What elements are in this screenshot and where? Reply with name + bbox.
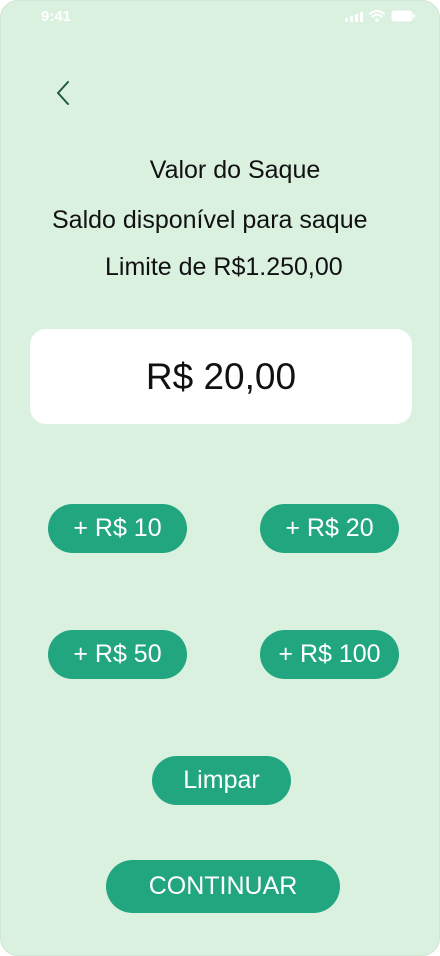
add-10-button[interactable]: + R$ 10 bbox=[48, 504, 187, 553]
status-bar: 9:41 bbox=[1, 1, 439, 33]
add-100-button[interactable]: + R$ 100 bbox=[260, 630, 399, 679]
amount-display[interactable]: R$ 20,00 bbox=[30, 329, 412, 424]
available-balance-label: Saldo disponível para saque bbox=[52, 206, 368, 234]
amount-value: R$ 20,00 bbox=[145, 355, 297, 397]
battery-icon bbox=[391, 10, 415, 22]
add-50-button[interactable]: + R$ 50 bbox=[48, 630, 187, 679]
app-screen: 9:41 Valor do Saque Saldo disponível par… bbox=[0, 0, 440, 956]
status-time: 9:41 bbox=[41, 8, 72, 25]
chevron-left-icon bbox=[57, 81, 69, 105]
page-title: Valor do Saque bbox=[149, 156, 321, 184]
wifi-icon bbox=[369, 10, 385, 22]
status-icons bbox=[345, 10, 415, 22]
clear-button[interactable]: Limpar bbox=[152, 756, 291, 805]
continue-button[interactable]: CONTINUAR bbox=[106, 860, 340, 913]
withdraw-limit-text: Limite de R$1.250,00 bbox=[105, 253, 343, 281]
cellular-signal-icon bbox=[345, 11, 363, 22]
back-button[interactable] bbox=[45, 75, 81, 111]
add-20-button[interactable]: + R$ 20 bbox=[260, 504, 399, 553]
